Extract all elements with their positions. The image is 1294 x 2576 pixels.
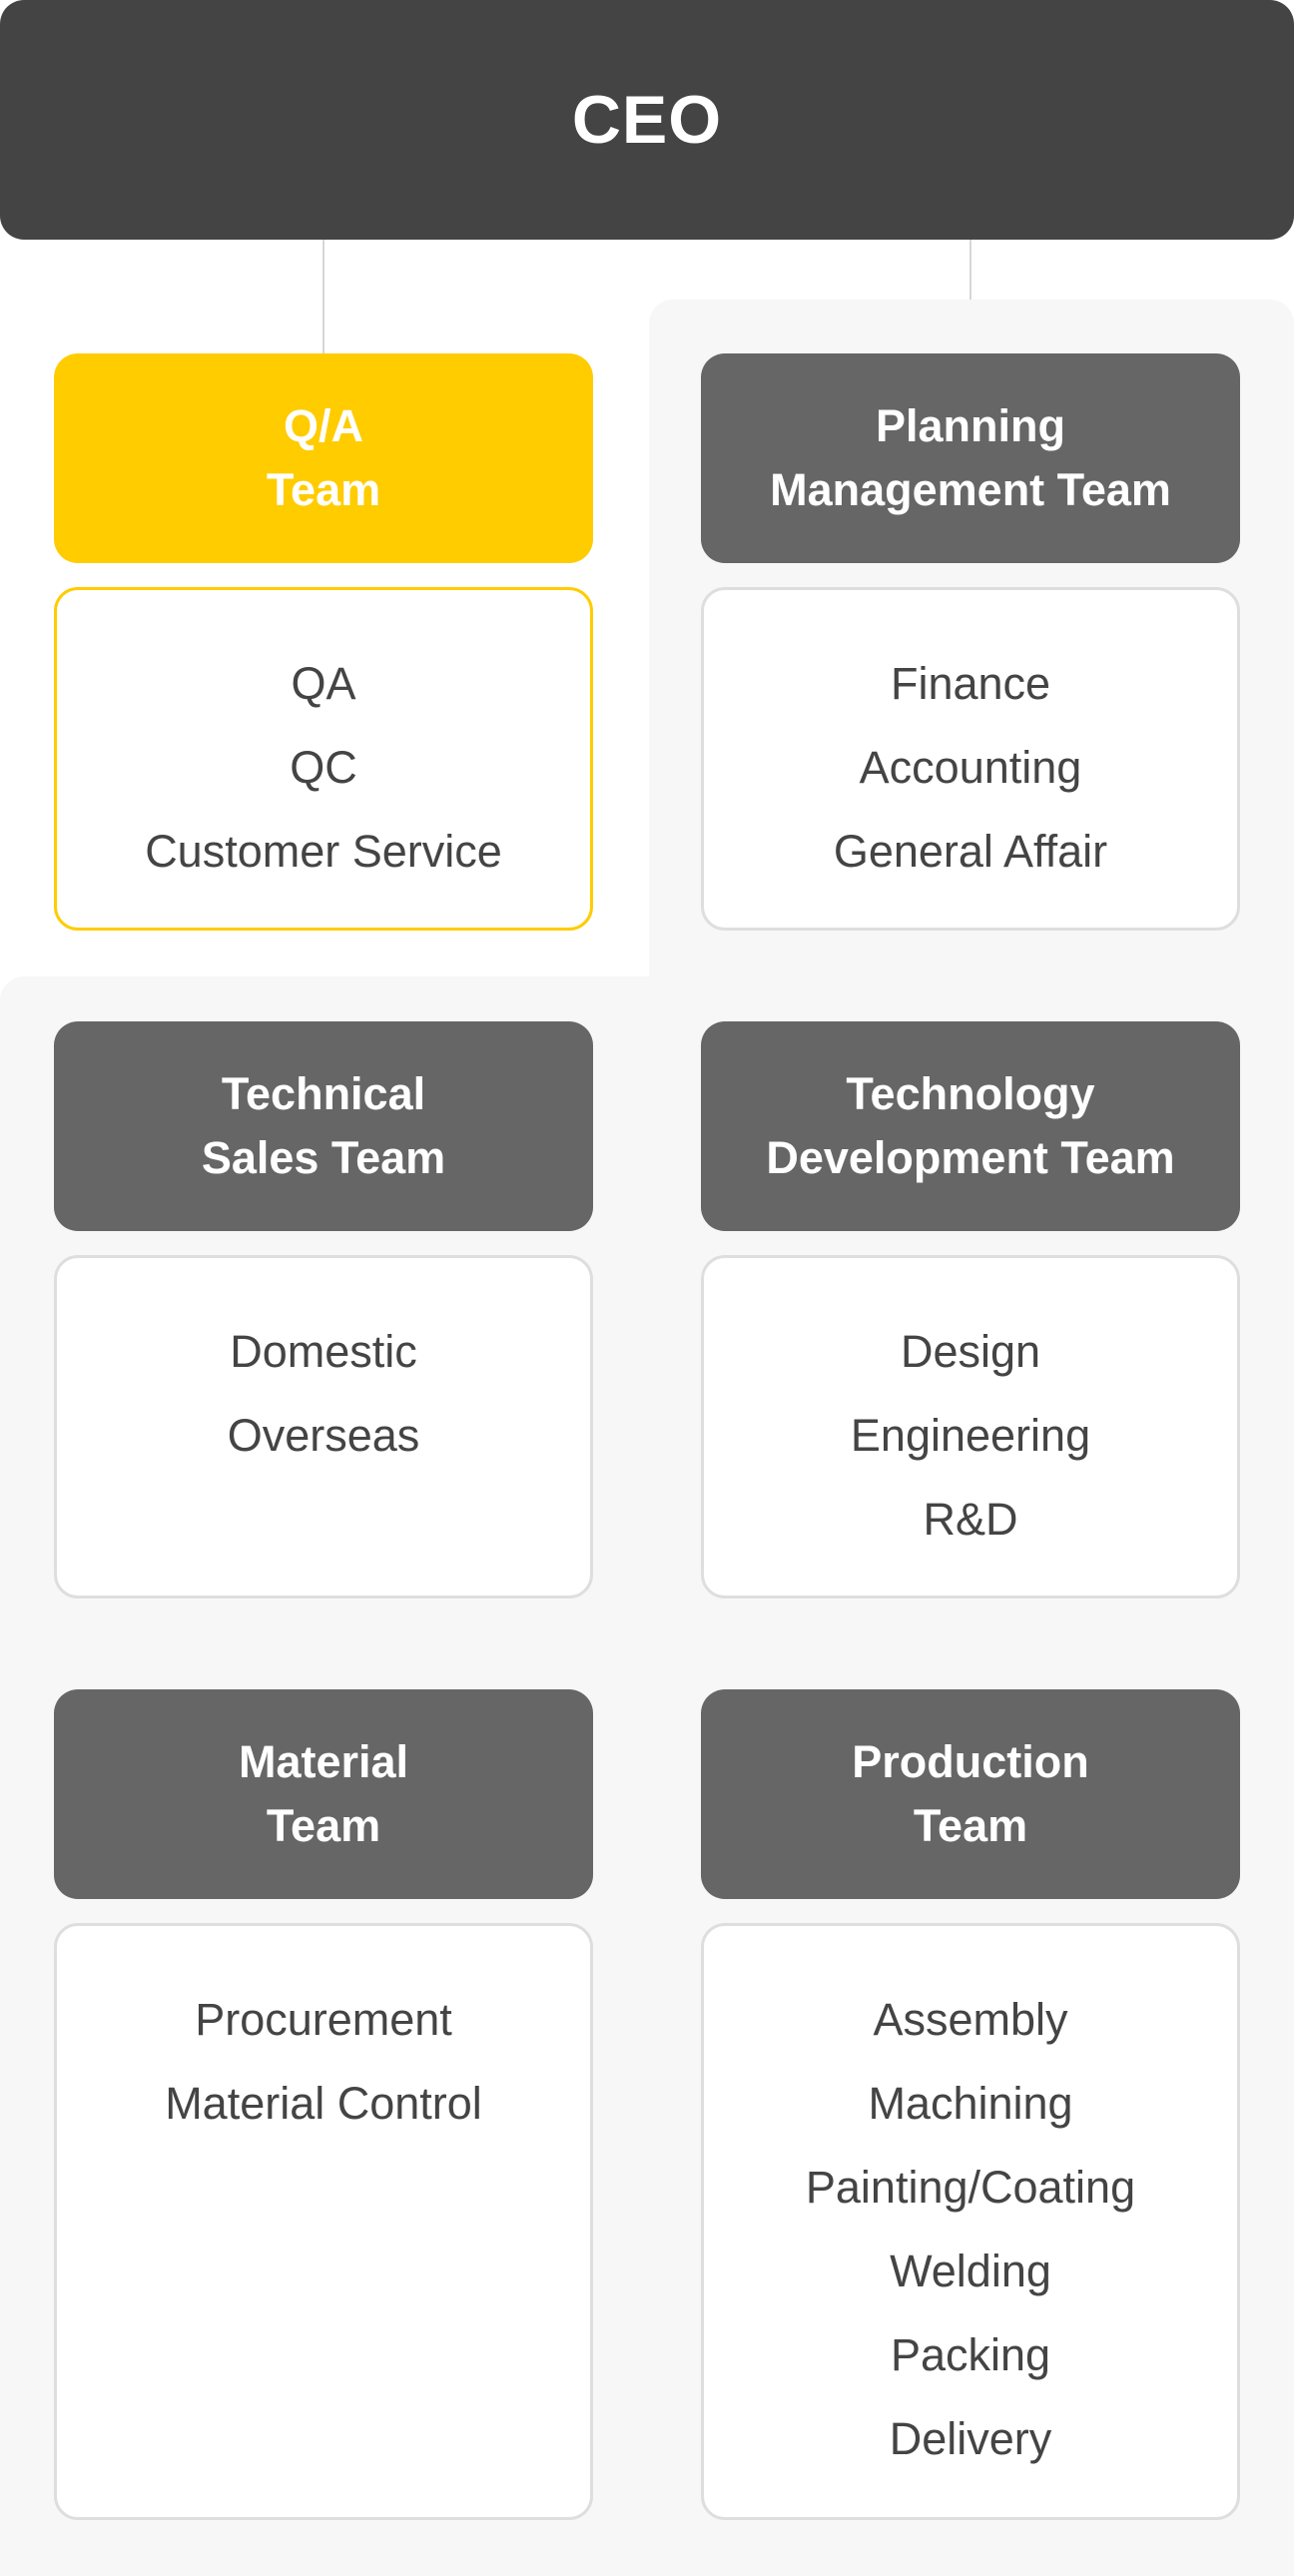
team-functions-planning-management: Finance Accounting General Affair — [701, 587, 1240, 931]
function-item: Painting/Coating — [805, 2162, 1136, 2213]
team-header-technical-sales: Technical Sales Team — [54, 1021, 593, 1231]
function-item: Engineering — [850, 1410, 1091, 1461]
team-title-line1: Technology — [846, 1068, 1095, 1119]
function-item: Accounting — [859, 742, 1082, 793]
function-item: Machining — [868, 2078, 1073, 2129]
function-item: Welding — [890, 2246, 1051, 2296]
team-title-line2: Management Team — [770, 464, 1171, 515]
team-functions-qa: QA QC Customer Service — [54, 587, 593, 931]
function-item: General Affair — [833, 826, 1108, 877]
team-functions-technical-sales: Domestic Overseas — [54, 1255, 593, 1599]
function-item: Procurement — [195, 1994, 452, 2045]
team-title-line1: Technical — [221, 1068, 426, 1119]
function-item: Customer Service — [145, 826, 502, 877]
function-item: Packing — [890, 2329, 1051, 2380]
team-header-material: Material Team — [54, 1689, 593, 1899]
function-item: QA — [291, 658, 356, 709]
team-header-planning-management: Planning Management Team — [701, 353, 1240, 563]
function-item: Design — [900, 1326, 1041, 1377]
connector-line-left — [323, 240, 324, 353]
team-title-line2: Team — [913, 1800, 1028, 1851]
team-title-line2: Team — [266, 464, 381, 515]
function-item: Assembly — [873, 1994, 1068, 2045]
ceo-label: CEO — [571, 82, 723, 158]
function-item: Overseas — [227, 1410, 420, 1461]
team-functions-production: Assembly Machining Painting/Coating Weld… — [701, 1923, 1240, 2520]
team-title-line1: Material — [238, 1736, 409, 1787]
function-item: Delivery — [889, 2413, 1052, 2464]
team-header-technology-development: Technology Development Team — [701, 1021, 1240, 1231]
function-item: Finance — [890, 658, 1051, 709]
function-item: R&D — [923, 1494, 1018, 1545]
team-title-line1: Production — [852, 1736, 1089, 1787]
team-title-line2: Development Team — [766, 1132, 1175, 1183]
team-title-line1: Planning — [876, 400, 1065, 451]
team-header-qa: Q/A Team — [54, 353, 593, 563]
function-item: QC — [290, 742, 357, 793]
function-item: Material Control — [165, 2078, 482, 2129]
team-functions-technology-development: Design Engineering R&D — [701, 1255, 1240, 1599]
team-title-line1: Q/A — [283, 400, 363, 451]
ceo-box: CEO — [0, 0, 1294, 240]
connector-line-right — [970, 240, 971, 300]
function-item: Domestic — [230, 1326, 417, 1377]
team-functions-material: Procurement Material Control — [54, 1923, 593, 2520]
team-title-line2: Team — [266, 1800, 381, 1851]
team-title-line2: Sales Team — [201, 1132, 446, 1183]
team-header-production: Production Team — [701, 1689, 1240, 1899]
